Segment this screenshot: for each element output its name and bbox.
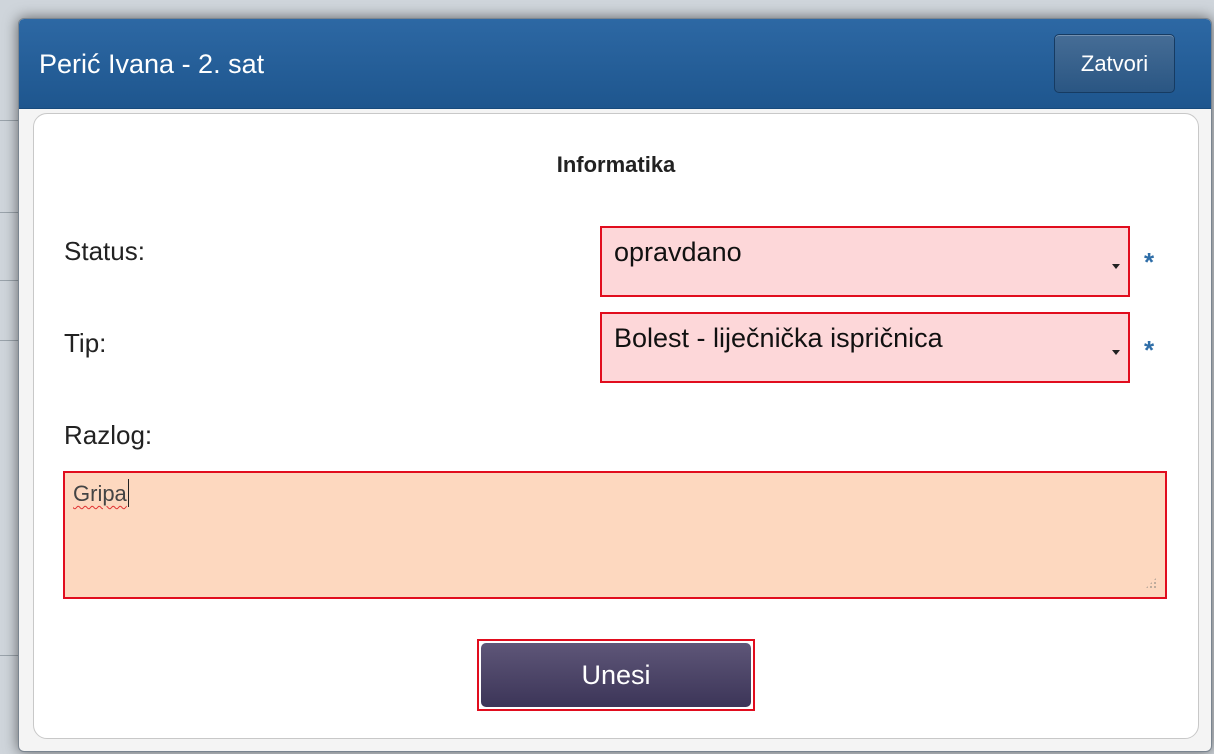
type-select[interactable]: Bolest - liječnička ispričnica bbox=[600, 312, 1130, 383]
dialog-titlebar: Perić Ivana - 2. sat Zatvori bbox=[19, 19, 1211, 109]
submit-outline: Unesi bbox=[477, 639, 755, 711]
absence-dialog: Perić Ivana - 2. sat Zatvori Informatika… bbox=[18, 18, 1212, 752]
close-button[interactable]: Zatvori bbox=[1054, 34, 1175, 93]
status-required-mark: * bbox=[1144, 247, 1155, 277]
dialog-title: Perić Ivana - 2. sat bbox=[39, 49, 265, 79]
reason-text: Gripa bbox=[73, 481, 127, 506]
type-label: Tip: bbox=[64, 328, 107, 358]
text-caret bbox=[127, 479, 129, 507]
form-panel: Informatika Status: opravdano * Tip: Bol… bbox=[33, 113, 1199, 739]
status-label: Status: bbox=[64, 236, 145, 266]
reason-textarea[interactable]: Gripa bbox=[63, 471, 1167, 599]
caret-down-icon bbox=[1112, 350, 1120, 355]
status-select[interactable]: opravdano bbox=[600, 226, 1130, 297]
status-select-value: opravdano bbox=[614, 237, 742, 267]
type-required-mark: * bbox=[1144, 335, 1155, 365]
subject-heading: Informatika bbox=[556, 152, 676, 177]
reason-label: Razlog: bbox=[64, 420, 153, 450]
resize-grip-icon[interactable] bbox=[1145, 577, 1157, 589]
type-select-value: Bolest - liječnička ispričnica bbox=[614, 323, 943, 353]
caret-down-icon bbox=[1112, 264, 1120, 269]
submit-button[interactable]: Unesi bbox=[481, 643, 751, 707]
